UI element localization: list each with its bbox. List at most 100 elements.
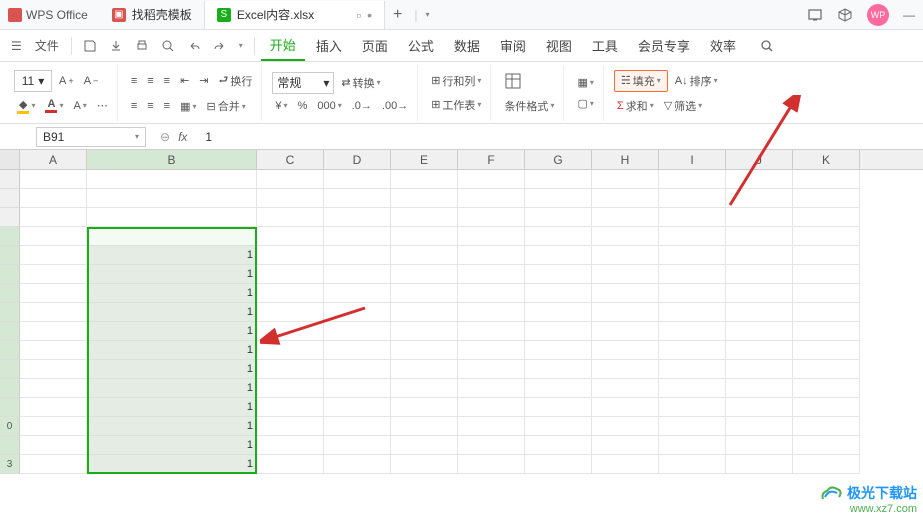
row-header[interactable] bbox=[0, 322, 20, 341]
cancel-formula-icon[interactable]: ⊖ bbox=[160, 130, 170, 144]
align-top-icon[interactable]: ≡ bbox=[128, 73, 140, 89]
cell[interactable] bbox=[592, 398, 659, 417]
tab-member[interactable]: 会员专享 bbox=[629, 31, 699, 60]
cell[interactable] bbox=[257, 227, 324, 246]
cell[interactable] bbox=[793, 360, 860, 379]
cell[interactable] bbox=[659, 398, 726, 417]
col-header-e[interactable]: E bbox=[391, 150, 458, 169]
tab-chevron-icon[interactable]: ▾ bbox=[422, 10, 434, 19]
cell[interactable] bbox=[458, 360, 525, 379]
cell[interactable] bbox=[726, 436, 793, 455]
cell[interactable] bbox=[20, 284, 87, 303]
cell[interactable] bbox=[458, 189, 525, 208]
more-icon[interactable]: ⋯ bbox=[94, 97, 111, 114]
cell[interactable] bbox=[659, 360, 726, 379]
cell[interactable] bbox=[592, 227, 659, 246]
cell[interactable] bbox=[592, 284, 659, 303]
cell[interactable] bbox=[659, 417, 726, 436]
cell[interactable] bbox=[458, 341, 525, 360]
cell[interactable] bbox=[391, 208, 458, 227]
tab-data[interactable]: 数据 bbox=[445, 31, 489, 60]
cell[interactable] bbox=[659, 227, 726, 246]
cell[interactable] bbox=[726, 265, 793, 284]
cell[interactable] bbox=[391, 303, 458, 322]
cell[interactable] bbox=[20, 227, 87, 246]
cell[interactable] bbox=[525, 436, 592, 455]
cell[interactable] bbox=[592, 322, 659, 341]
decimal-inc-icon[interactable]: .0→ bbox=[349, 98, 375, 114]
undo-icon[interactable] bbox=[182, 35, 206, 57]
cell[interactable] bbox=[458, 208, 525, 227]
col-header-i[interactable]: I bbox=[659, 150, 726, 169]
cell[interactable] bbox=[324, 265, 391, 284]
cell[interactable] bbox=[659, 265, 726, 284]
cell[interactable]: 1 bbox=[87, 303, 257, 322]
cell[interactable]: 1 bbox=[87, 322, 257, 341]
cell[interactable] bbox=[324, 341, 391, 360]
cell[interactable] bbox=[659, 379, 726, 398]
cell[interactable] bbox=[458, 322, 525, 341]
cell[interactable]: 1 bbox=[87, 265, 257, 284]
cell[interactable] bbox=[324, 436, 391, 455]
tab-page[interactable]: 页面 bbox=[353, 31, 397, 60]
cell[interactable] bbox=[391, 284, 458, 303]
cell[interactable] bbox=[257, 170, 324, 189]
cell[interactable] bbox=[20, 379, 87, 398]
row-header[interactable] bbox=[0, 360, 20, 379]
cell[interactable] bbox=[793, 284, 860, 303]
cell[interactable] bbox=[257, 208, 324, 227]
cell[interactable]: 1 bbox=[87, 284, 257, 303]
cell[interactable] bbox=[20, 341, 87, 360]
cell[interactable] bbox=[324, 170, 391, 189]
cell[interactable] bbox=[726, 208, 793, 227]
cell[interactable] bbox=[391, 455, 458, 474]
cell[interactable] bbox=[458, 246, 525, 265]
increase-font-icon[interactable]: A+ bbox=[56, 73, 77, 89]
cell[interactable] bbox=[458, 436, 525, 455]
align-center-icon[interactable]: ≡ bbox=[144, 98, 156, 114]
cell[interactable] bbox=[20, 455, 87, 474]
cell[interactable] bbox=[659, 322, 726, 341]
cell[interactable] bbox=[324, 379, 391, 398]
cell[interactable] bbox=[592, 170, 659, 189]
cell[interactable] bbox=[20, 417, 87, 436]
cell[interactable] bbox=[391, 436, 458, 455]
tab-efficiency[interactable]: 效率 bbox=[701, 31, 745, 60]
cell[interactable] bbox=[391, 170, 458, 189]
number-format-select[interactable]: 常规▾ bbox=[272, 72, 334, 94]
cell[interactable] bbox=[592, 246, 659, 265]
cell[interactable] bbox=[257, 341, 324, 360]
col-header-k[interactable]: K bbox=[793, 150, 860, 169]
cell[interactable] bbox=[20, 246, 87, 265]
cell[interactable] bbox=[257, 322, 324, 341]
cell[interactable] bbox=[525, 303, 592, 322]
cell[interactable] bbox=[257, 303, 324, 322]
cell[interactable] bbox=[324, 398, 391, 417]
cell[interactable] bbox=[793, 417, 860, 436]
cell[interactable] bbox=[592, 360, 659, 379]
row-header[interactable] bbox=[0, 398, 20, 417]
cell[interactable] bbox=[726, 360, 793, 379]
formula-value[interactable]: 1 bbox=[195, 130, 212, 144]
indent-decrease-icon[interactable]: ⇤ bbox=[177, 72, 192, 89]
table-style-icon[interactable] bbox=[501, 70, 525, 92]
cell[interactable] bbox=[257, 189, 324, 208]
search-icon[interactable] bbox=[755, 35, 779, 57]
cell[interactable] bbox=[659, 189, 726, 208]
align-left-icon[interactable]: ≡ bbox=[128, 98, 140, 114]
font-more-icon[interactable]: A▾ bbox=[70, 98, 89, 114]
cell[interactable] bbox=[726, 322, 793, 341]
cell[interactable] bbox=[391, 265, 458, 284]
cell[interactable] bbox=[257, 265, 324, 284]
cell[interactable] bbox=[525, 379, 592, 398]
cell[interactable]: 1 bbox=[87, 398, 257, 417]
cell[interactable] bbox=[726, 284, 793, 303]
cell[interactable] bbox=[592, 341, 659, 360]
cell[interactable] bbox=[793, 246, 860, 265]
cell[interactable]: 1 bbox=[87, 246, 257, 265]
cell[interactable] bbox=[659, 208, 726, 227]
cell[interactable] bbox=[793, 170, 860, 189]
tab-view[interactable]: 视图 bbox=[537, 31, 581, 60]
cell[interactable] bbox=[726, 170, 793, 189]
cell[interactable] bbox=[659, 246, 726, 265]
